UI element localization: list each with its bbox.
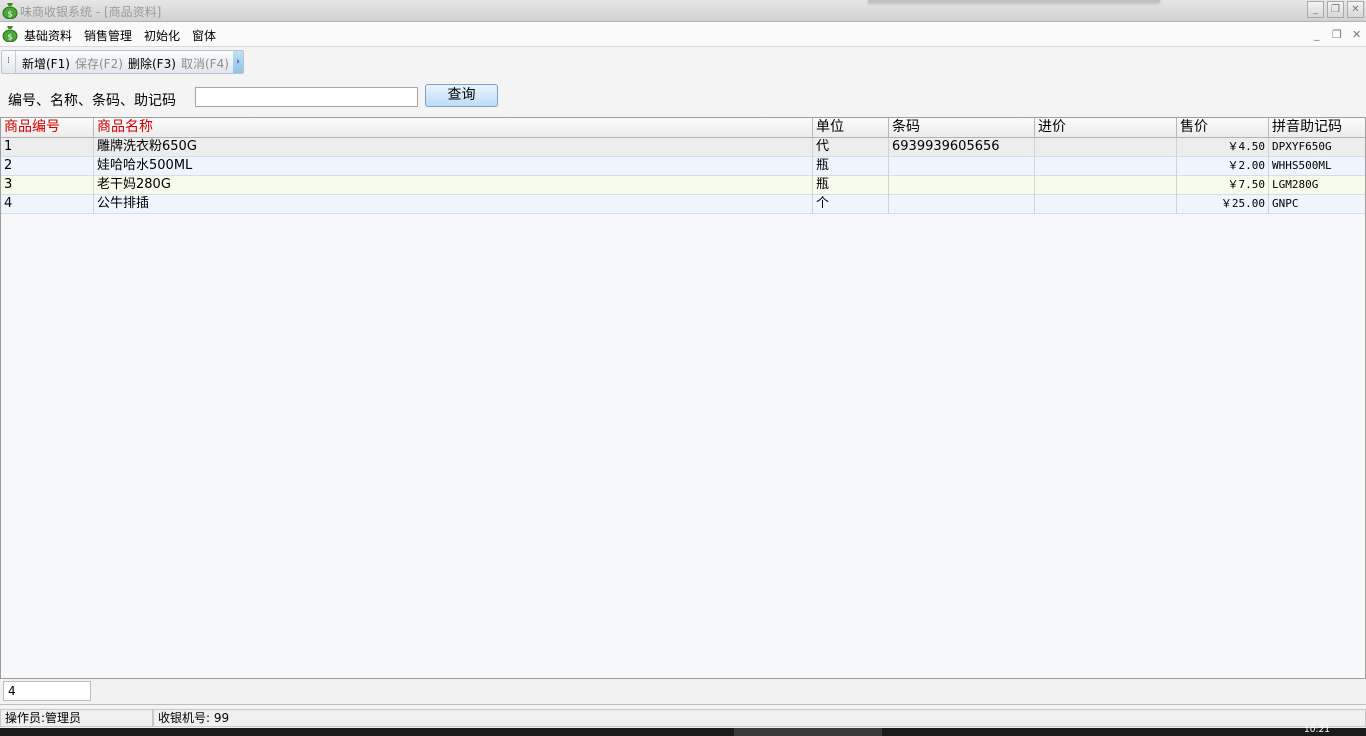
menu-basic-data[interactable]: 基础资料 — [24, 27, 72, 44]
menu-bar: $ 基础资料 销售管理 初始化 窗体 _ ❐ ✕ — [0, 22, 1366, 47]
title-bar: $ 味商收银系统 - [商品资料] _ ❐ ✕ — [0, 0, 1366, 22]
save-button[interactable]: 保存(F2) — [75, 55, 123, 72]
toolbar-grip-icon[interactable]: ⁞ — [2, 51, 16, 73]
cell-pinyin-code[interactable]: DPXYF650G — [1269, 138, 1365, 157]
table-row[interactable]: 2 娃哈哈水500ML 瓶 ￥2.00 WHHS500ML — [1, 157, 1365, 176]
cell-product-name[interactable]: 娃哈哈水500ML — [94, 157, 813, 176]
cell-pinyin-code[interactable]: GNPC — [1269, 195, 1365, 214]
money-bag-icon: $ — [2, 26, 18, 42]
cell-barcode[interactable] — [889, 195, 1035, 214]
new-button[interactable]: 新增(F1) — [22, 55, 70, 72]
window-title: 味商收银系统 - [商品资料] — [20, 5, 162, 19]
window-minimize-button[interactable]: _ — [1307, 1, 1324, 18]
column-header-product-id[interactable]: 商品编号 — [1, 118, 94, 137]
cell-cost-price[interactable] — [1035, 195, 1177, 214]
product-grid[interactable]: 商品编号 商品名称 单位 条码 进价 售价 拼音助记码 1 雕牌洗衣粉650G … — [0, 117, 1366, 679]
cell-cost-price[interactable] — [1035, 176, 1177, 195]
cell-product-id[interactable]: 1 — [1, 138, 94, 157]
status-register-number: 收银机号: 99 — [153, 709, 1366, 727]
cell-sale-price[interactable]: ￥7.50 — [1177, 176, 1269, 195]
mdi-restore-button[interactable]: ❐ — [1332, 28, 1342, 41]
cell-unit[interactable]: 代 — [813, 138, 889, 157]
cancel-button[interactable]: 取消(F4) — [181, 55, 229, 72]
cell-pinyin-code[interactable]: LGM280G — [1269, 176, 1365, 195]
taskbar-clock: 10:21 — [1304, 725, 1330, 735]
cell-barcode[interactable]: 6939939605656 — [889, 138, 1035, 157]
cell-barcode[interactable] — [889, 157, 1035, 176]
column-header-sale-price[interactable]: 售价 — [1177, 118, 1269, 137]
cell-barcode[interactable] — [889, 176, 1035, 195]
window-restore-button[interactable]: ❐ — [1327, 1, 1344, 18]
table-row[interactable]: 1 雕牌洗衣粉650G 代 6939939605656 ￥4.50 DPXYF6… — [1, 138, 1365, 157]
cell-pinyin-code[interactable]: WHHS500ML — [1269, 157, 1365, 176]
cell-sale-price[interactable]: ￥2.00 — [1177, 157, 1269, 176]
table-row[interactable]: 3 老干妈280G 瓶 ￥7.50 LGM280G — [1, 176, 1365, 195]
window-close-button[interactable]: ✕ — [1347, 1, 1364, 18]
table-row[interactable]: 4 公牛排插 个 ￥25.00 GNPC — [1, 195, 1365, 214]
column-header-barcode[interactable]: 条码 — [889, 118, 1035, 137]
taskbar: 10:21 — [0, 725, 1366, 736]
cell-unit[interactable]: 瓶 — [813, 176, 889, 195]
cell-product-name[interactable]: 公牛排插 — [94, 195, 813, 214]
mdi-close-button[interactable]: ✕ — [1352, 28, 1361, 41]
cell-product-id[interactable]: 3 — [1, 176, 94, 195]
grid-header: 商品编号 商品名称 单位 条码 进价 售价 拼音助记码 — [1, 118, 1365, 138]
toolbar-overflow-chevron-icon[interactable]: › — [233, 51, 243, 73]
column-header-unit[interactable]: 单位 — [813, 118, 889, 137]
mdi-minimize-button[interactable]: _ — [1314, 28, 1320, 41]
cell-product-name[interactable]: 雕牌洗衣粉650G — [94, 138, 813, 157]
record-count-field: 4 — [3, 681, 91, 701]
status-operator: 操作员:管理员 — [0, 709, 153, 727]
menu-window[interactable]: 窗体 — [192, 27, 216, 44]
cell-cost-price[interactable] — [1035, 157, 1177, 176]
money-bag-icon: $ — [2, 3, 18, 19]
menu-sales-management[interactable]: 销售管理 — [84, 27, 132, 44]
svg-text:$: $ — [7, 10, 12, 19]
column-header-pinyin-code[interactable]: 拼音助记码 — [1269, 118, 1365, 137]
menu-initialize[interactable]: 初始化 — [144, 27, 180, 44]
cell-unit[interactable]: 瓶 — [813, 157, 889, 176]
cell-product-id[interactable]: 4 — [1, 195, 94, 214]
column-header-product-name[interactable]: 商品名称 — [94, 118, 813, 137]
cell-unit[interactable]: 个 — [813, 195, 889, 214]
cell-cost-price[interactable] — [1035, 138, 1177, 157]
delete-button[interactable]: 删除(F3) — [128, 55, 176, 72]
grid-footer — [0, 679, 1366, 705]
cell-product-name[interactable]: 老干妈280G — [94, 176, 813, 195]
column-header-cost-price[interactable]: 进价 — [1035, 118, 1177, 137]
search-button[interactable]: 查询 — [425, 84, 498, 107]
svg-text:$: $ — [7, 33, 12, 42]
title-bar-divider — [868, 0, 1160, 2]
status-bar: 操作员:管理员 收银机号: 99 — [0, 708, 1366, 728]
cell-sale-price[interactable]: ￥4.50 — [1177, 138, 1269, 157]
search-label: 编号、名称、条码、助记码 — [8, 93, 176, 109]
cell-product-id[interactable]: 2 — [1, 157, 94, 176]
search-input[interactable] — [195, 87, 418, 107]
taskbar-active-app[interactable] — [734, 728, 882, 736]
cell-sale-price[interactable]: ￥25.00 — [1177, 195, 1269, 214]
toolbar: ⁞ 新增(F1) 保存(F2) 删除(F3) 取消(F4) › — [1, 50, 244, 74]
